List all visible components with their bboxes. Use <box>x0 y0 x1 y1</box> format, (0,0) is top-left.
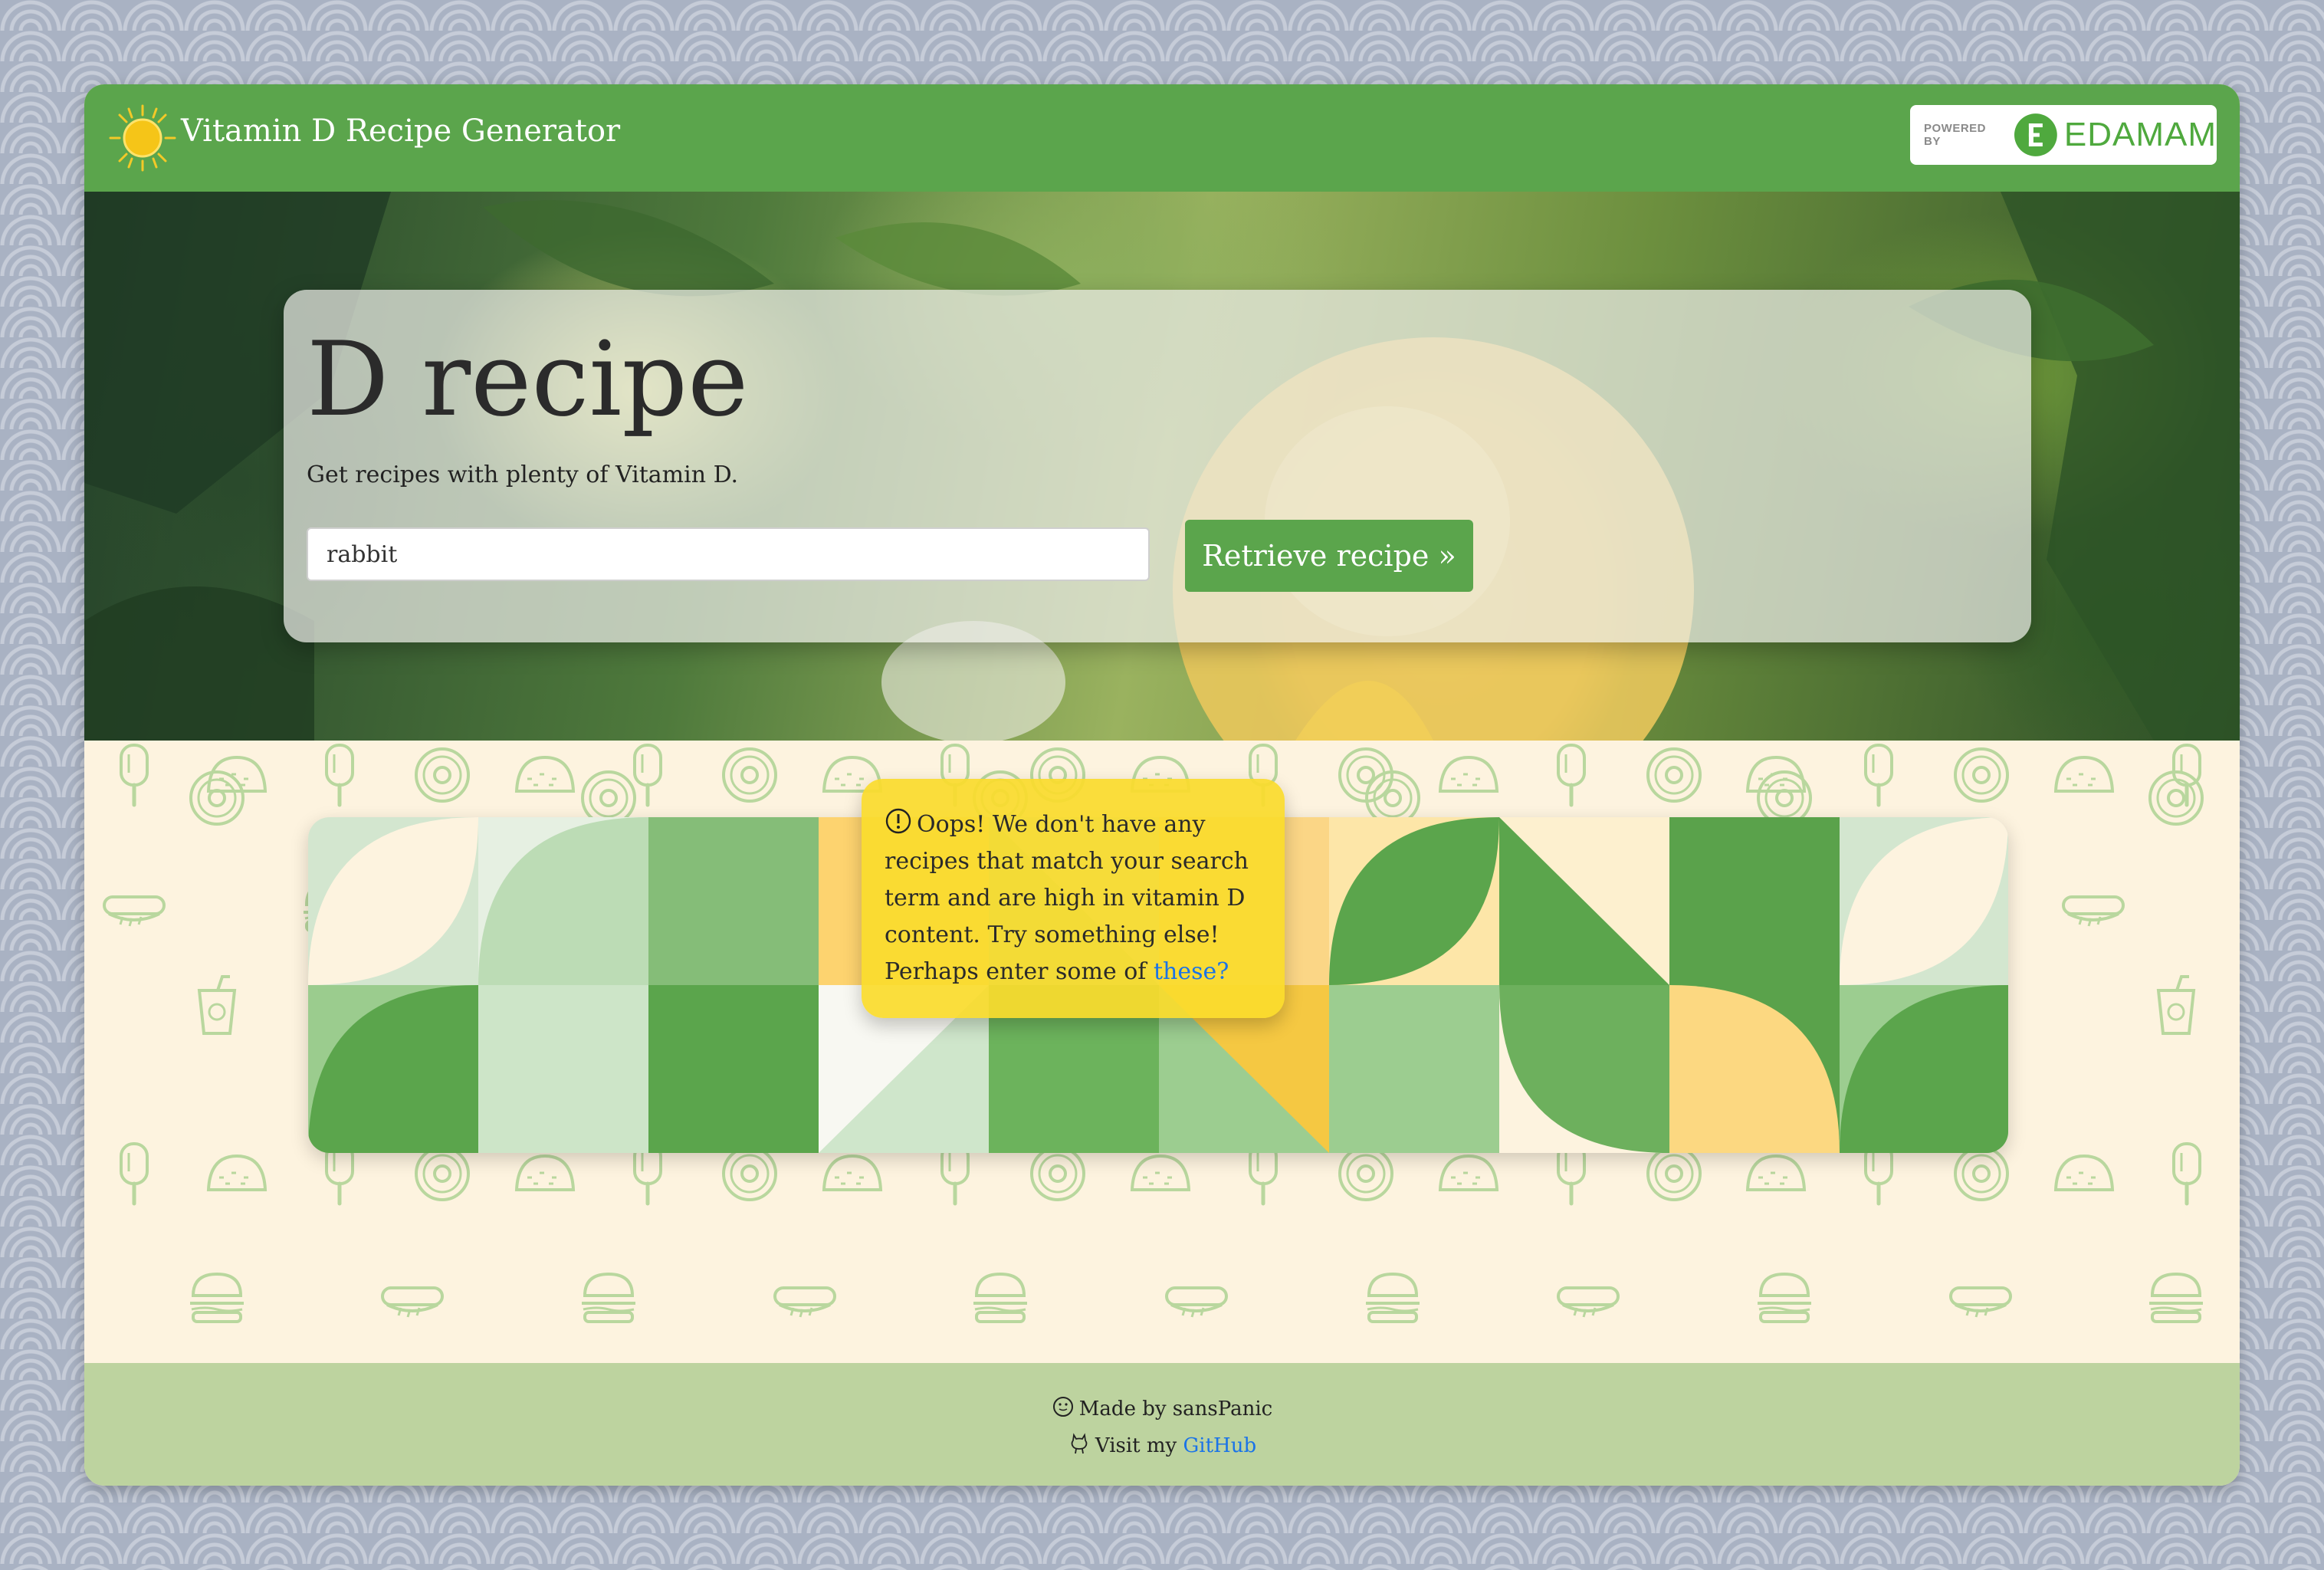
hero-subtitle: Get recipes with plenty of Vitamin D. <box>307 461 739 488</box>
hotdog-icon <box>1554 1262 1623 1331</box>
burger-icon <box>574 1262 643 1331</box>
footer-github: Visit my GitHub <box>84 1432 2240 1457</box>
donut-icon <box>1947 741 2016 810</box>
powered-by-edamam-badge[interactable]: POWERED BY EDAMAM <box>1910 105 2217 165</box>
hero-banner: D recipe Get recipes with plenty of Vita… <box>84 192 2240 741</box>
taco-icon <box>2050 1139 2119 1208</box>
burger-icon <box>182 1262 251 1331</box>
powered-by-label: POWERED BY <box>1924 122 1987 148</box>
sun-icon <box>109 104 176 172</box>
hero-title: D recipe <box>307 320 749 439</box>
donut-icon <box>1640 741 1709 810</box>
popsicle-icon <box>2152 1139 2221 1208</box>
no-results-alert: Oops! We don't have any recipes that mat… <box>862 779 1285 1018</box>
github-link[interactable]: GitHub <box>1183 1434 1257 1457</box>
recipe-search-input[interactable] <box>307 527 1150 581</box>
page-footer: Made by sansPanic Visit my GitHub <box>84 1363 2240 1486</box>
popsicle-icon <box>305 741 374 810</box>
hotdog-icon <box>100 871 169 940</box>
alert-circle-icon <box>885 808 911 834</box>
retrieve-recipe-button[interactable]: Retrieve recipe » <box>1185 520 1473 592</box>
cup-icon <box>2142 971 2211 1040</box>
hotdog-icon <box>1162 1262 1231 1331</box>
visit-prefix-text: Visit my <box>1095 1434 1183 1457</box>
taco-icon <box>510 741 579 810</box>
popsicle-icon <box>1844 741 1913 810</box>
hotdog-icon <box>770 1262 839 1331</box>
edamam-brand-text: EDAMAM <box>2063 116 2217 153</box>
edamam-logo-icon <box>2014 113 2057 156</box>
smile-icon <box>1052 1397 1073 1417</box>
hotdog-icon <box>1946 1262 2015 1331</box>
hero-search-panel: D recipe Get recipes with plenty of Vita… <box>284 290 2031 642</box>
cup-icon <box>182 971 251 1040</box>
burger-icon <box>1750 1262 1819 1331</box>
footer-credit: Made by sansPanic <box>84 1395 2240 1421</box>
popsicle-icon <box>100 1139 169 1208</box>
burger-icon <box>966 1262 1035 1331</box>
burger-icon <box>1358 1262 1427 1331</box>
donut-icon <box>182 764 251 833</box>
donut-icon <box>408 741 477 810</box>
taco-icon <box>2050 741 2119 810</box>
github-icon <box>1071 1433 1088 1454</box>
donut-icon <box>2142 764 2211 833</box>
popsicle-icon <box>100 741 169 810</box>
hotdog-icon <box>378 1262 447 1331</box>
hotdog-icon <box>2059 871 2128 940</box>
taco-icon <box>1434 741 1503 810</box>
burger-icon <box>2142 1262 2211 1331</box>
suggestions-link[interactable]: these? <box>1154 958 1229 985</box>
top-navbar: Vitamin D Recipe Generator POWERED BY ED… <box>84 84 2240 192</box>
taco-icon <box>202 1139 271 1208</box>
app-title: Vitamin D Recipe Generator <box>181 113 621 149</box>
made-by-text: Made by sansPanic <box>1078 1398 1273 1421</box>
popsicle-icon <box>1537 741 1606 810</box>
donut-icon <box>715 741 784 810</box>
